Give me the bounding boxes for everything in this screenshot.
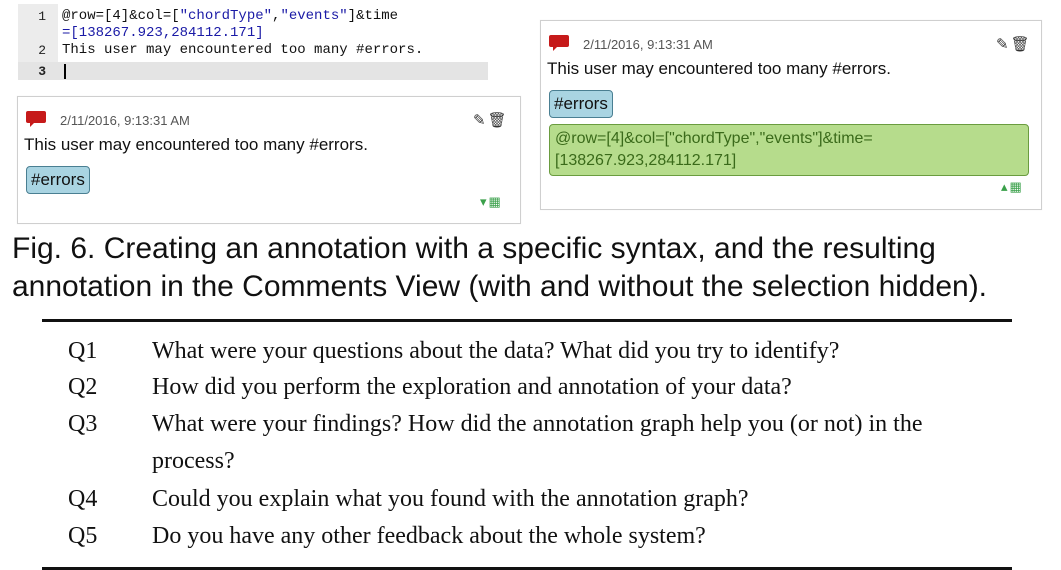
selection-query-box: @row=[4]&col=["chordType","events"]&time… bbox=[549, 124, 1029, 176]
hashtag-chip[interactable]: #errors bbox=[26, 166, 90, 194]
collapse-selection-icons[interactable]: ▴▦ bbox=[1001, 179, 1024, 195]
question-text: How did you perform the exploration and … bbox=[152, 374, 792, 400]
editor-active-line bbox=[18, 62, 488, 80]
code-line: @row=[4]&col=["chordType","events"]&time bbox=[62, 8, 399, 24]
line-number: 2 bbox=[38, 43, 46, 58]
question-label: Q2 bbox=[68, 374, 98, 400]
table-icon[interactable]: ▦ bbox=[489, 194, 503, 209]
code-line: =[138267.923,284112.171] bbox=[62, 25, 264, 41]
question-label: Q4 bbox=[68, 486, 98, 512]
trash-icon[interactable]: 🗑 bbox=[1011, 36, 1032, 53]
edit-icon[interactable]: ✎ bbox=[996, 36, 1011, 53]
comment-timestamp: 2/11/2016, 9:13:31 AM bbox=[583, 37, 713, 52]
question-label: Q3 bbox=[68, 411, 98, 437]
selection-query-line: [138267.923,284112.171] bbox=[555, 152, 737, 169]
edit-delete-icons[interactable]: ✎🗑 bbox=[473, 111, 509, 129]
question-text: What were your questions about the data?… bbox=[152, 338, 840, 364]
collapse-arrow-icon[interactable]: ▴ bbox=[1001, 179, 1010, 194]
expand-arrow-icon[interactable]: ▾ bbox=[480, 194, 489, 209]
question-text: What were your findings? How did the ann… bbox=[152, 411, 923, 474]
question-text: Do you have any other feedback about the… bbox=[152, 523, 706, 549]
comment-flag-icon bbox=[549, 35, 569, 51]
line-number: 3 bbox=[38, 64, 46, 79]
line-number: 1 bbox=[38, 9, 46, 24]
edit-icon[interactable]: ✎ bbox=[473, 112, 488, 129]
text-cursor bbox=[64, 64, 66, 79]
question-label: Q5 bbox=[68, 523, 98, 549]
annotation-code-editor[interactable]: 1 @row=[4]&col=["chordType","events"]&ti… bbox=[18, 4, 488, 80]
comment-flag-icon bbox=[26, 111, 46, 127]
comment-text: This user may encountered too many #erro… bbox=[24, 135, 368, 154]
comment-card-collapsed[interactable]: 2/11/2016, 9:13:31 AM ✎🗑 This user may e… bbox=[17, 96, 521, 224]
figure-caption: Fig. 6. Creating an annotation with a sp… bbox=[12, 232, 988, 303]
table-top-rule bbox=[42, 319, 1012, 322]
comment-text: This user may encountered too many #erro… bbox=[547, 59, 891, 78]
edit-delete-icons[interactable]: ✎🗑 bbox=[996, 35, 1032, 53]
trash-icon[interactable]: 🗑 bbox=[488, 112, 509, 129]
code-line: This user may encountered too many #erro… bbox=[62, 42, 424, 58]
question-label: Q1 bbox=[68, 338, 98, 364]
table-icon[interactable]: ▦ bbox=[1010, 179, 1024, 194]
hashtag-chip[interactable]: #errors bbox=[549, 90, 613, 118]
comment-timestamp: 2/11/2016, 9:13:31 AM bbox=[60, 113, 190, 128]
comment-card-expanded[interactable]: 2/11/2016, 9:13:31 AM ✎🗑 This user may e… bbox=[540, 20, 1042, 210]
expand-selection-icons[interactable]: ▾▦ bbox=[480, 194, 503, 210]
selection-query-line: @row=[4]&col=["chordType","events"]&time… bbox=[555, 130, 873, 147]
question-text: Could you explain what you found with th… bbox=[152, 486, 749, 512]
